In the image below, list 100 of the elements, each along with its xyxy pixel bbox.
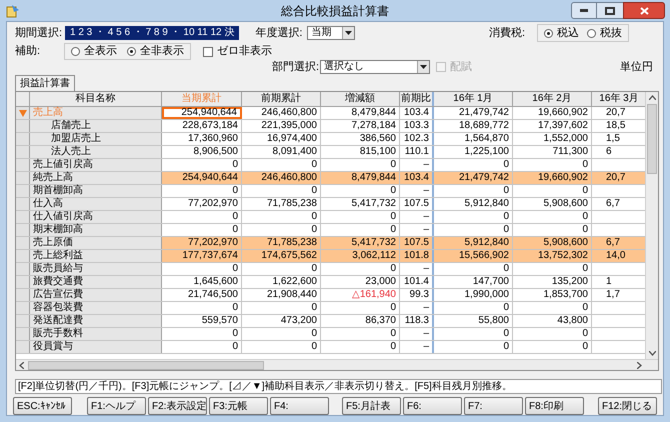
table-cell: 13,752,302 <box>513 250 592 262</box>
function-key-button[interactable]: F7: <box>464 397 523 415</box>
row-header-cell[interactable] <box>16 211 30 223</box>
account-name[interactable]: 純売上高 <box>30 172 162 184</box>
account-name[interactable]: 期末棚卸高 <box>30 224 162 236</box>
table-cell: 107.5 <box>400 237 434 249</box>
account-name[interactable]: 仕入高 <box>30 198 162 210</box>
row-header-cell[interactable] <box>16 328 30 340</box>
row-header-cell[interactable] <box>16 120 30 132</box>
row-header-cell[interactable] <box>16 185 30 197</box>
table-cell: 20,7 <box>592 172 646 184</box>
tab[interactable]: 損益計算書 <box>15 75 75 91</box>
account-name[interactable]: 容器包装費 <box>30 302 162 314</box>
radio-button[interactable] <box>587 28 596 38</box>
year-label: 年度選択: <box>255 26 304 41</box>
row-header-cell[interactable] <box>16 250 30 262</box>
row-header-cell[interactable] <box>16 289 30 301</box>
row-header-cell[interactable] <box>16 107 30 119</box>
row-header-cell[interactable] <box>16 341 30 353</box>
account-name[interactable]: 売上原価 <box>30 237 162 249</box>
column-header[interactable]: 前期累計 <box>242 92 321 106</box>
horizontal-scrollbar[interactable] <box>16 359 658 370</box>
row-header-cell[interactable] <box>16 315 30 327</box>
function-key-button[interactable]: F5:月計表 <box>342 397 401 415</box>
close-button[interactable] <box>623 2 665 19</box>
radio-button[interactable] <box>544 28 553 38</box>
account-name[interactable]: 旅費交通費 <box>30 276 162 288</box>
radio-label[interactable]: 全表示 <box>84 43 117 60</box>
minimize-icon <box>580 9 588 12</box>
scroll-down-icon[interactable] <box>648 351 656 356</box>
account-name[interactable]: 店舗売上 <box>30 120 162 132</box>
table-cell: 21,479,742 <box>434 172 513 184</box>
checkbox-label[interactable]: ゼロ非表示 <box>217 43 272 60</box>
expanded-triangle-icon[interactable] <box>18 109 26 117</box>
dropdown-arrow-icon[interactable] <box>420 65 427 69</box>
row-header-cell[interactable] <box>16 237 30 249</box>
window-title: 総合比較損益計算書 <box>280 2 390 20</box>
function-key-button[interactable]: F12:閉じる <box>598 397 657 415</box>
table-cell: 19,660,902 <box>513 172 592 184</box>
scroll-thumb[interactable] <box>28 360 264 370</box>
table-cell: 246,460,800 <box>242 172 321 184</box>
row-header-cell[interactable] <box>16 133 30 145</box>
row-header-cell[interactable] <box>16 172 30 184</box>
account-name[interactable]: 販売員給与 <box>30 263 162 275</box>
row-header-cell[interactable] <box>16 276 30 288</box>
account-name[interactable]: 仕入値引戻高 <box>30 211 162 223</box>
function-key-button[interactable]: F3:元帳 <box>209 397 268 415</box>
maximize-button[interactable] <box>597 2 623 19</box>
account-name[interactable]: 加盟店売上 <box>30 133 162 145</box>
function-key-button[interactable]: F1:ヘルプ <box>87 397 146 415</box>
account-name[interactable]: 役員賞与 <box>30 341 162 353</box>
row-header-cell[interactable] <box>16 263 30 275</box>
radio-button[interactable] <box>127 47 136 56</box>
radio-button[interactable] <box>71 47 80 56</box>
scroll-left-icon[interactable] <box>19 362 24 368</box>
table-cell: 103.4 <box>400 172 434 184</box>
department-select[interactable]: 選択なし <box>320 60 430 74</box>
row-header-cell[interactable] <box>16 198 30 210</box>
table-cell: 5,912,840 <box>434 237 513 249</box>
dropdown-arrow-icon[interactable] <box>345 31 352 35</box>
account-name[interactable]: 売上値引戻高 <box>30 159 162 171</box>
minimize-button[interactable] <box>571 2 597 19</box>
account-name[interactable]: 発送配達費 <box>30 315 162 327</box>
table-cell: 6,7 <box>592 237 646 249</box>
period-selector[interactable]: 1 2 3 ・ 4 5 6 ・ 7 8 9 ・ 10 11 12 決 <box>65 26 240 40</box>
scroll-right-icon[interactable] <box>637 362 642 368</box>
table-cell: 8,479,844 <box>321 172 400 184</box>
account-name[interactable]: 売上総利益 <box>30 250 162 262</box>
vertical-scrollbar[interactable] <box>645 92 658 359</box>
account-name[interactable]: 法人売上 <box>30 146 162 158</box>
account-name[interactable]: 販売手数料 <box>30 328 162 340</box>
function-key-button[interactable]: ESC:ｷｬﾝｾﾙ <box>13 397 72 415</box>
scroll-up-icon[interactable] <box>648 95 656 100</box>
function-key-button[interactable]: F6: <box>403 397 462 415</box>
year-select[interactable]: 当期 <box>307 26 356 40</box>
account-name[interactable]: 広告宣伝費 <box>30 289 162 301</box>
row-header-cell[interactable] <box>16 302 30 314</box>
table-cell: 5,417,732 <box>321 237 400 249</box>
function-key-button[interactable]: F4: <box>270 397 329 415</box>
table-cell: 3,062,112 <box>321 250 400 262</box>
column-header[interactable]: 16年 2月 <box>513 92 592 106</box>
row-header-cell[interactable] <box>16 146 30 158</box>
table-cell: 174,675,562 <box>242 250 321 262</box>
function-key-button[interactable]: F8:印刷 <box>525 397 584 415</box>
column-header[interactable]: 科目名称 <box>30 92 162 106</box>
radio-label[interactable]: 全非表示 <box>140 43 184 60</box>
row-header-cell[interactable] <box>16 159 30 171</box>
radio-label[interactable]: 税込 <box>557 24 579 42</box>
hint-bar: [F2]単位切替(円／千円)。[F3]元帳にジャンプ。[⊿／▼]補助科目表示／非表示切り替え。[F5]科目残月別推移。 <box>15 379 662 394</box>
checkbox[interactable] <box>203 46 213 56</box>
column-header[interactable]: 増減額 <box>321 92 400 106</box>
table-cell: 5,908,600 <box>513 237 592 249</box>
scroll-thumb[interactable] <box>647 104 658 174</box>
function-key-button[interactable]: F2:表示設定 <box>148 397 207 415</box>
column-header[interactable]: 16年 1月 <box>434 92 513 106</box>
row-header-cell[interactable] <box>16 224 30 236</box>
radio-label[interactable]: 税抜 <box>600 24 622 42</box>
table-cell: 177,737,674 <box>162 250 242 262</box>
account-name[interactable]: 期首棚卸高 <box>30 185 162 197</box>
app-icon <box>6 4 20 18</box>
